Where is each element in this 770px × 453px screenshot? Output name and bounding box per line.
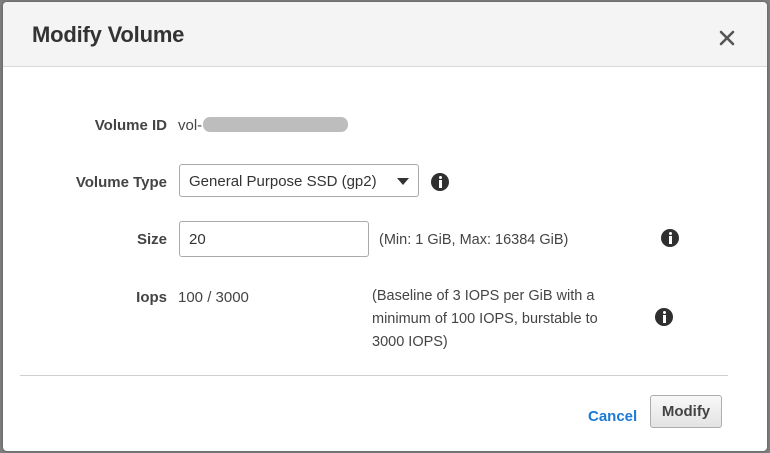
footer-divider <box>20 375 728 376</box>
info-icon[interactable] <box>431 173 449 191</box>
info-icon[interactable] <box>661 229 679 247</box>
volume-type-label: Volume Type <box>75 174 167 191</box>
volume-type-select[interactable]: General Purpose SSD (gp2) <box>179 164 419 197</box>
iops-hint-line: minimum of 100 IOPS, burstable to <box>372 311 598 327</box>
chevron-down-icon <box>397 178 409 185</box>
modify-volume-dialog: Modify Volume Volume ID vol- Volume Type… <box>3 2 767 451</box>
iops-hint: (Baseline of 3 IOPS per GiB with a minim… <box>372 285 598 354</box>
volume-id-prefix: vol- <box>178 117 203 134</box>
size-label: Size <box>136 231 167 248</box>
volume-type-selected-value: General Purpose SSD (gp2) <box>189 173 377 190</box>
dialog-header: Modify Volume <box>3 2 767 67</box>
cancel-button[interactable]: Cancel <box>588 408 637 425</box>
iops-label: Iops <box>136 289 167 306</box>
iops-hint-line: 3000 IOPS) <box>372 334 448 350</box>
dialog-title: Modify Volume <box>32 22 185 47</box>
close-icon[interactable] <box>715 26 739 50</box>
redacted-volume-id <box>203 117 348 132</box>
size-input[interactable] <box>179 221 369 257</box>
modify-button[interactable]: Modify <box>650 395 722 428</box>
volume-id-label: Volume ID <box>94 117 167 134</box>
info-icon[interactable] <box>655 308 673 326</box>
iops-hint-line: (Baseline of 3 IOPS per GiB with a <box>372 288 595 304</box>
size-hint: (Min: 1 GiB, Max: 16384 GiB) <box>379 232 569 248</box>
iops-value: 100 / 3000 <box>178 289 249 306</box>
